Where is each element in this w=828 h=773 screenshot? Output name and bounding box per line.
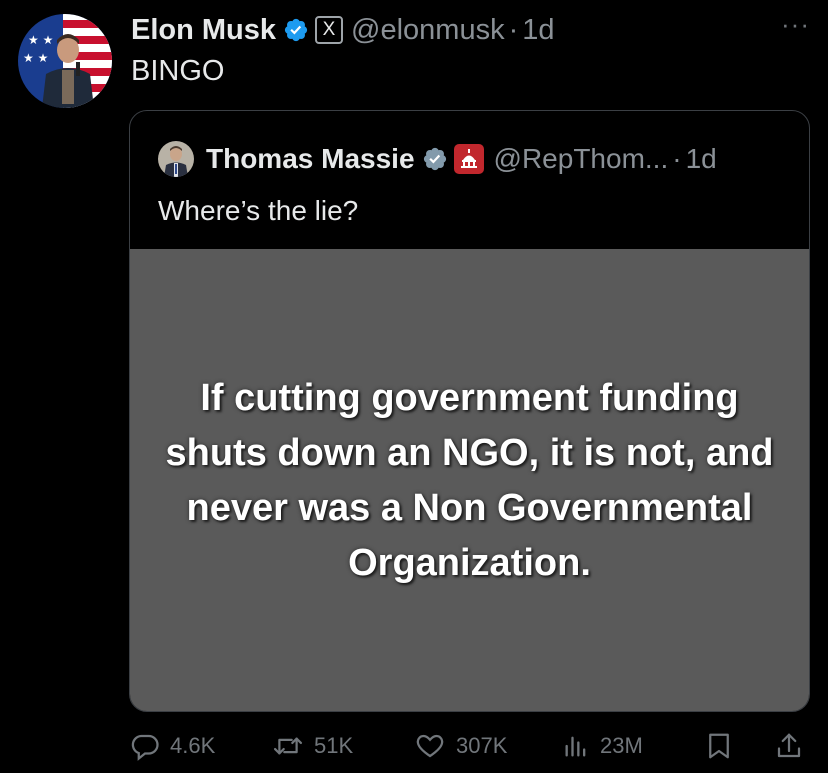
reply-icon — [130, 731, 160, 761]
quoted-author-avatar[interactable] — [158, 141, 194, 177]
quoted-image-caption: If cutting government funding shuts down… — [165, 377, 774, 584]
author-avatar[interactable]: ★ ★ ★ ★ — [18, 14, 112, 108]
like-count: 307K — [456, 733, 508, 758]
svg-text:★ ★: ★ ★ — [28, 33, 53, 47]
analytics-icon — [562, 731, 590, 761]
quoted-tweet-text: Where’s the lie? — [158, 195, 359, 226]
quoted-author-handle[interactable]: @RepThom... — [494, 143, 669, 175]
bookmark-icon — [704, 730, 734, 762]
separator-dot: · — [508, 13, 519, 46]
author-handle[interactable]: @elonmusk — [351, 14, 505, 47]
capitol-dome-icon[interactable] — [453, 144, 484, 174]
svg-text:★ ★: ★ ★ — [23, 51, 48, 65]
repost-count: 51K — [314, 733, 354, 758]
verified-badge-icon[interactable] — [283, 17, 309, 43]
tweet-action-bar: 4.6K 51K 307K 23M — [130, 728, 808, 764]
gray-verified-badge-icon[interactable] — [422, 146, 448, 172]
quoted-tweet-card[interactable]: Thomas Massie @RepThom... · 1d Where’s t… — [129, 110, 810, 712]
like-button[interactable]: 307K — [414, 728, 507, 764]
tweet-text: BINGO — [131, 55, 225, 87]
bookmark-button[interactable] — [704, 728, 734, 764]
repost-icon — [272, 731, 304, 761]
reply-button[interactable]: 4.6K — [130, 728, 215, 764]
author-name[interactable]: Elon Musk — [131, 14, 276, 47]
x-affiliate-badge-icon[interactable]: X — [315, 16, 344, 44]
quoted-separator-dot: · — [672, 143, 682, 174]
tweet-header: Elon Musk X @elonmusk · 1d — [131, 10, 555, 50]
heart-icon — [414, 731, 446, 761]
views-count: 23M — [600, 733, 643, 758]
quoted-tweet-header: Thomas Massie @RepThom... · 1d — [158, 141, 717, 177]
quoted-tweet-time[interactable]: 1d — [686, 143, 717, 175]
tweet-time[interactable]: 1d — [522, 14, 554, 47]
share-button[interactable] — [774, 728, 804, 764]
quoted-tweet-image[interactable]: If cutting government funding shuts down… — [130, 249, 809, 711]
more-options-icon[interactable]: ··· — [781, 11, 810, 37]
share-icon — [774, 730, 804, 762]
views-button[interactable]: 23M — [562, 728, 643, 764]
repost-button[interactable]: 51K — [272, 728, 353, 764]
reply-count: 4.6K — [170, 733, 216, 758]
quoted-author-name[interactable]: Thomas Massie — [206, 143, 415, 175]
